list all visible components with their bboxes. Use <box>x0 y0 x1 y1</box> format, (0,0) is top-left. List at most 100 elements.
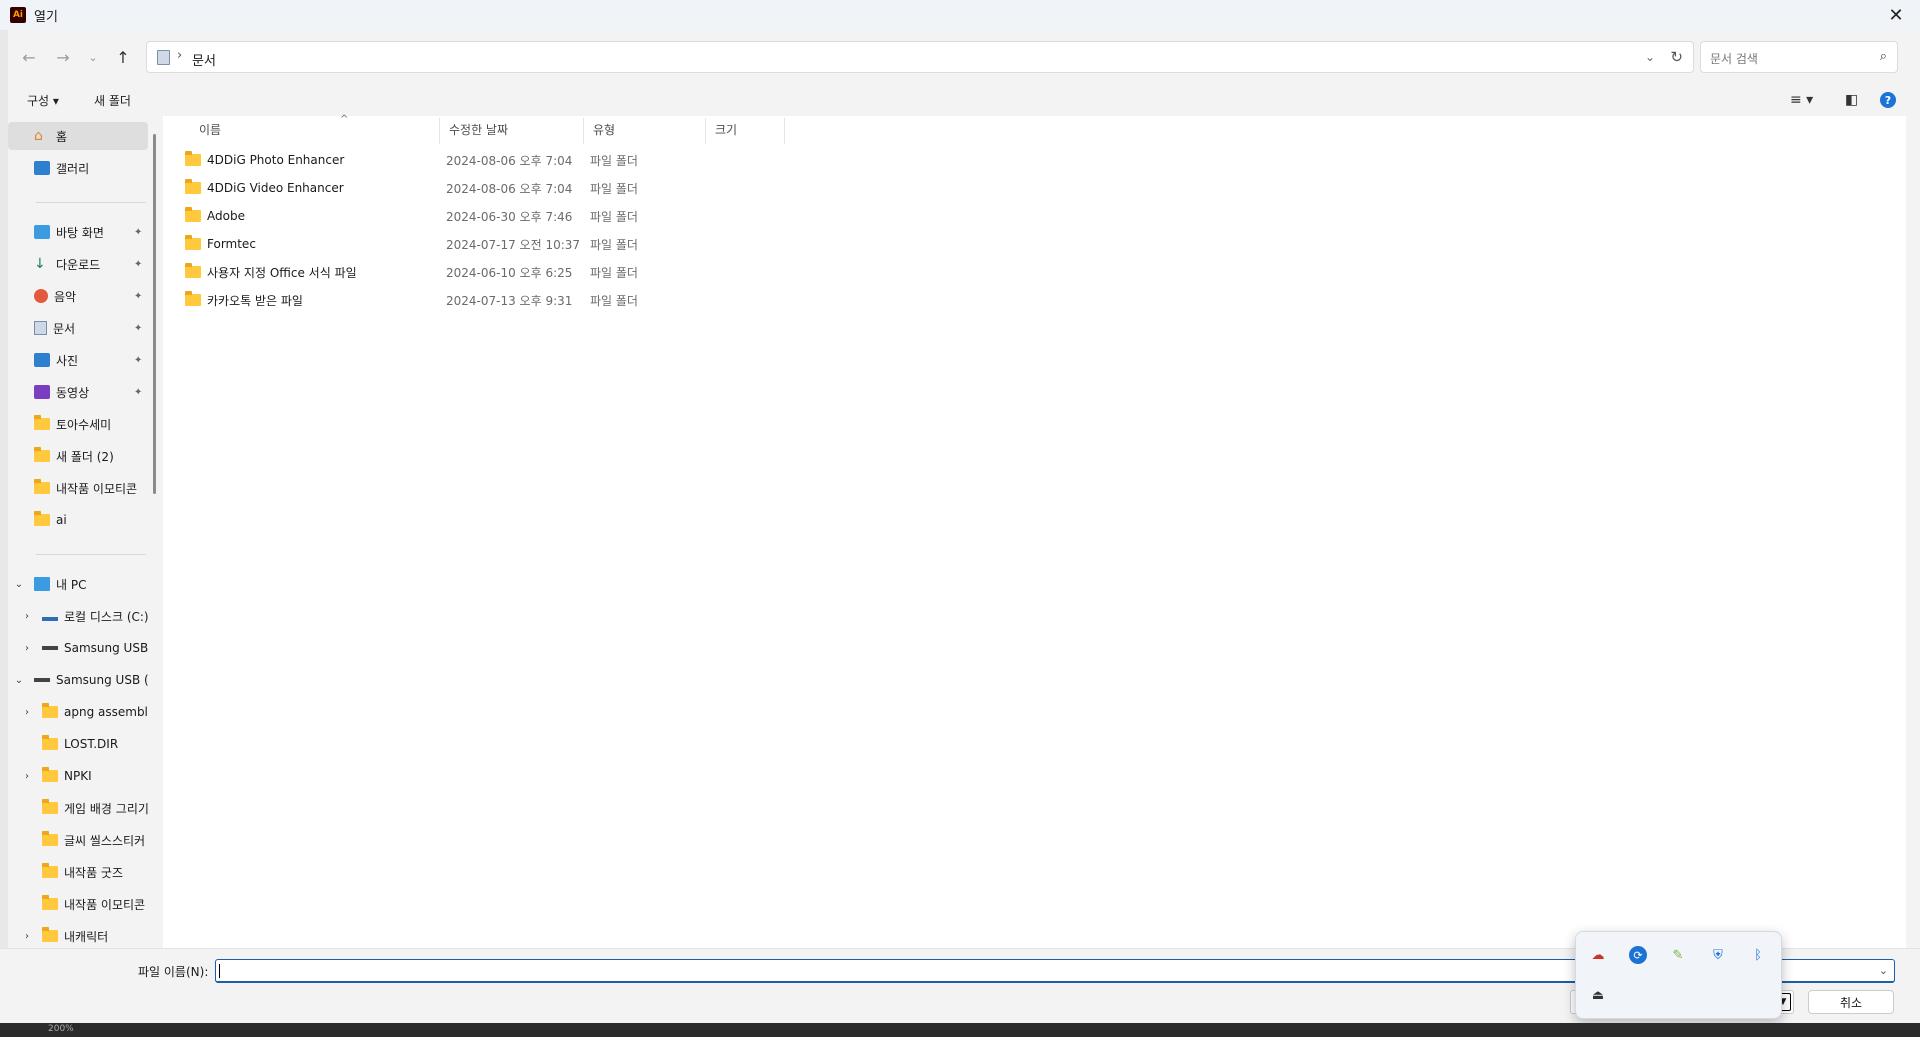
tree-item-usb-drive-expanded[interactable]: ⌄ Samsung USB ( <box>8 666 148 694</box>
file-name: 4DDiG Video Enhancer <box>207 181 344 195</box>
sidebar-item-videos[interactable]: 동영상 ✦ <box>8 378 148 406</box>
preview-pane-icon[interactable]: ◧ <box>1845 92 1858 108</box>
sidebar-item-label: 동영상 <box>56 385 90 400</box>
sidebar-item-downloads[interactable]: ↓ 다운로드 ✦ <box>8 250 148 278</box>
tree-item-folder[interactable]: 게임 배경 그리기 <box>8 794 148 822</box>
file-date: 2024-08-06 오후 7:04 <box>446 153 573 168</box>
expand-chevron-icon[interactable]: ⌄ <box>12 579 26 590</box>
file-row[interactable]: Adobe 2024-06-30 오후 7:46 파일 폴더 <box>163 202 803 230</box>
file-row[interactable]: Formtec 2024-07-17 오전 10:37 파일 폴더 <box>163 230 803 258</box>
bluetooth-icon[interactable]: ᛒ <box>1749 946 1767 964</box>
file-row[interactable]: 사용자 지정 Office 서식 파일 2024-06-10 오후 6:25 파… <box>163 258 803 286</box>
window-edge <box>0 30 8 1023</box>
sidebar-item-folder[interactable]: 내작품 이모티콘 <box>8 474 148 502</box>
sidebar-item-desktop[interactable]: 바탕 화면 ✦ <box>8 218 148 246</box>
column-divider[interactable] <box>784 118 785 144</box>
expand-chevron-icon[interactable]: › <box>20 931 34 942</box>
tree-item-folder[interactable]: 내작품 이모티콘 <box>8 890 148 918</box>
sidebar-item-folder[interactable]: 토아수세미 <box>8 410 148 438</box>
expand-chevron-icon[interactable]: › <box>20 643 34 654</box>
pin-icon[interactable]: ✦ <box>134 227 142 238</box>
sort-ascending-icon: ^ <box>340 114 349 125</box>
file-name: 4DDiG Photo Enhancer <box>207 153 345 167</box>
pin-icon[interactable]: ✦ <box>134 291 142 302</box>
file-name: Formtec <box>207 237 256 251</box>
navigation-row: ← → ⌄ ↑ › 문서 ⌄ ↻ 문서 검색 ⌕ <box>0 38 1920 78</box>
search-input[interactable]: 문서 검색 ⌕ <box>1700 41 1898 73</box>
forward-arrow-icon[interactable]: → <box>50 44 76 70</box>
desktop-icon <box>34 225 50 239</box>
file-type: 파일 폴더 <box>590 237 638 252</box>
sidebar-scrollbar-thumb[interactable] <box>153 134 156 494</box>
tree-item-usb-drive[interactable]: › Samsung USB <box>8 634 148 662</box>
tree-item-folder[interactable]: › apng assembler <box>8 698 148 726</box>
tree-item-folder[interactable]: › NPKI <box>8 762 148 790</box>
column-header-size[interactable]: 크기 <box>706 116 784 142</box>
view-options-icon[interactable]: ≡ ▾ <box>1790 92 1813 108</box>
expand-chevron-icon[interactable]: › <box>20 771 34 782</box>
file-list: 이름 ^ 수정한 날짜 유형 크기 4DDiG Photo Enhancer 2… <box>163 114 1906 948</box>
folder-icon <box>185 151 201 166</box>
pin-icon[interactable]: ✦ <box>134 323 142 334</box>
sidebar-item-gallery[interactable]: 갤러리 <box>8 154 148 182</box>
expand-chevron-icon[interactable]: › <box>20 707 34 718</box>
title-bar: Ai 열기 ✕ <box>0 0 1920 30</box>
expand-chevron-icon[interactable]: ⌄ <box>12 675 26 686</box>
sidebar-item-folder[interactable]: ai <box>8 506 148 534</box>
file-list-scrollbar-track[interactable] <box>1906 116 1920 948</box>
organize-button[interactable]: 구성 ▾ <box>27 92 59 109</box>
sidebar-item-home[interactable]: ⌂ 홈 <box>8 122 148 150</box>
tree-item-local-disk[interactable]: › 로컬 디스크 (C:) <box>8 602 148 630</box>
sidebar-item-label: 내작품 이모티콘 <box>56 481 138 496</box>
folder-icon <box>34 415 50 430</box>
pin-icon[interactable]: ✦ <box>134 387 142 398</box>
file-row[interactable]: 4DDiG Photo Enhancer 2024-08-06 오후 7:04 … <box>163 146 803 174</box>
expand-chevron-icon[interactable]: › <box>20 611 34 622</box>
address-bar[interactable]: › 문서 ⌄ ↻ <box>146 41 1694 73</box>
tree-item-folder[interactable]: 글씨 씰스스티커 <box>8 826 148 854</box>
videos-icon <box>34 385 50 399</box>
cloud-sync-icon[interactable]: ☁ <box>1589 946 1607 964</box>
sidebar-divider <box>36 202 146 203</box>
pen-tool-icon[interactable]: ✎ <box>1669 946 1687 964</box>
column-header-date[interactable]: 수정한 날짜 <box>440 116 583 142</box>
filename-history-chevron-icon[interactable]: ⌄ <box>1879 964 1888 977</box>
folder-icon <box>42 767 58 782</box>
new-folder-button[interactable]: 새 폴더 <box>94 92 131 109</box>
sidebar-item-pictures[interactable]: 사진 ✦ <box>8 346 148 374</box>
sidebar-item-label: 다운로드 <box>56 257 101 272</box>
address-history-chevron-icon[interactable]: ⌄ <box>1645 50 1655 64</box>
cancel-button[interactable]: 취소 <box>1808 990 1894 1014</box>
column-header-type[interactable]: 유형 <box>584 116 705 142</box>
file-row[interactable]: 카카오톡 받은 파일 2024-07-13 오후 9:31 파일 폴더 <box>163 286 803 314</box>
sidebar-item-label: 음악 <box>54 289 77 304</box>
up-arrow-icon[interactable]: ↑ <box>110 44 136 70</box>
drive-icon <box>42 611 58 621</box>
search-icon[interactable]: ⌕ <box>1880 49 1887 64</box>
sidebar-item-music[interactable]: 음악 ✦ <box>8 282 148 310</box>
tree-item-folder[interactable]: › 내캐릭터 <box>8 922 148 946</box>
sidebar-item-label: 바탕 화면 <box>56 225 104 240</box>
help-icon[interactable]: ? <box>1880 92 1896 108</box>
security-shield-icon[interactable]: ⛨ <box>1709 946 1727 964</box>
column-header-name[interactable]: 이름 ^ <box>190 114 440 142</box>
close-icon[interactable]: ✕ <box>1884 4 1908 26</box>
refresh-icon[interactable]: ↻ <box>1670 48 1683 66</box>
file-type: 파일 폴더 <box>590 265 638 280</box>
usb-drive-icon <box>42 646 58 650</box>
sync-app-icon[interactable]: ⟳ <box>1629 946 1647 964</box>
tree-item-folder[interactable]: 내작품 굿즈 <box>8 858 148 886</box>
sidebar-item-folder[interactable]: 새 폴더 (2) <box>8 442 148 470</box>
back-arrow-icon[interactable]: ← <box>16 44 42 70</box>
breadcrumb-separator[interactable]: › <box>177 48 182 63</box>
tree-item-this-pc[interactable]: ⌄ 내 PC <box>8 570 148 598</box>
usb-eject-icon[interactable]: ⏏ <box>1589 986 1607 1004</box>
tree-item-folder[interactable]: LOST.DIR <box>8 730 148 758</box>
sidebar-scrollbar-track[interactable] <box>150 120 163 946</box>
pin-icon[interactable]: ✦ <box>134 355 142 366</box>
pin-icon[interactable]: ✦ <box>134 259 142 270</box>
sidebar-item-documents[interactable]: 문서 ✦ <box>8 314 148 342</box>
recent-locations-chevron-icon[interactable]: ⌄ <box>80 44 106 70</box>
breadcrumb-current[interactable]: 문서 <box>192 50 216 69</box>
file-row[interactable]: 4DDiG Video Enhancer 2024-08-06 오후 7:04 … <box>163 174 803 202</box>
